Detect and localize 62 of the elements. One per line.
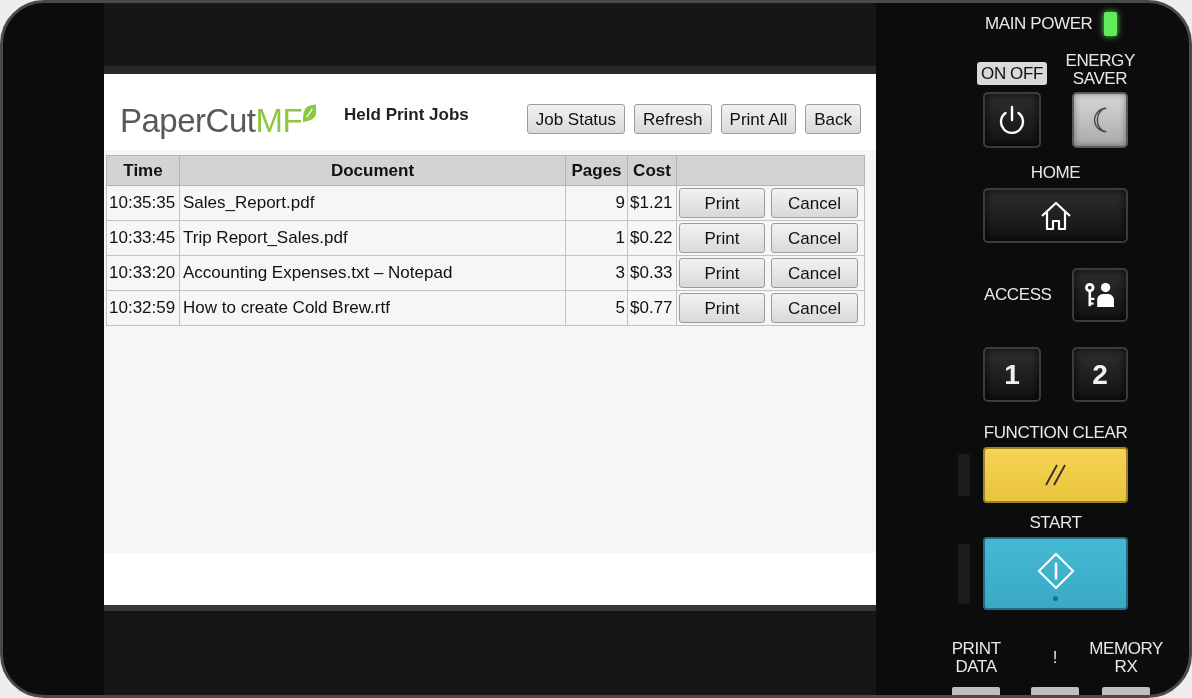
cancel-button[interactable]: Cancel: [771, 258, 858, 288]
logo-wordmark: PaperCutMF: [120, 103, 303, 137]
home-key[interactable]: [983, 188, 1128, 243]
table-cell: 10:33:20: [106, 255, 180, 291]
table-cell: 9: [565, 185, 628, 221]
table-cell: How to create Cold Brew.rtf: [179, 290, 566, 326]
power-key[interactable]: [983, 92, 1041, 148]
indicator-lamp: [1102, 687, 1150, 695]
cancel-button[interactable]: Cancel: [771, 188, 858, 218]
table-cell: 1: [565, 220, 628, 256]
page-title: Held Print Jobs: [344, 104, 469, 127]
function-clear-key[interactable]: [983, 447, 1128, 503]
table-cell: Accounting Expenses.txt – Notepad: [179, 255, 566, 291]
cancel-button[interactable]: Cancel: [771, 293, 858, 323]
indicator-lamp: [952, 687, 1000, 695]
table-cell: 10:33:45: [106, 220, 180, 256]
double-slash-icon: [1042, 464, 1069, 486]
toolbar-button[interactable]: Job Status: [526, 104, 626, 134]
start-label: START: [1029, 513, 1082, 533]
column-header: Pages: [565, 155, 628, 186]
key-and-person-icon: [1084, 282, 1116, 308]
access-key[interactable]: [1072, 268, 1128, 322]
print-button[interactable]: Print: [679, 258, 765, 288]
house-icon: [1039, 200, 1072, 231]
table-cell: 10:35:35: [106, 185, 180, 221]
column-header: Cost: [627, 155, 677, 186]
print-button[interactable]: Print: [679, 293, 765, 323]
indicator-label: PRINT DATA: [951, 640, 1001, 676]
toolbar-button[interactable]: Print All: [720, 104, 797, 134]
indicator-lamp: [1031, 687, 1079, 695]
cancel-button[interactable]: Cancel: [771, 223, 858, 253]
print-button[interactable]: Print: [679, 188, 765, 218]
number-key[interactable]: 1: [983, 347, 1041, 402]
table-cell: 5: [565, 290, 628, 326]
table-cell: 10:32:59: [106, 290, 180, 326]
number-key[interactable]: 2: [1072, 347, 1128, 402]
table-cell: Trip Report_Sales.pdf: [179, 220, 566, 256]
access-label: ACCESS: [984, 285, 1052, 305]
home-label: HOME: [1030, 163, 1081, 183]
table-cell: $0.22: [627, 220, 677, 256]
toolbar-button[interactable]: Refresh: [634, 104, 712, 134]
indicator-label: MEMORY RX: [1089, 640, 1163, 676]
toolbar-button[interactable]: Back: [805, 104, 861, 134]
diamond-start-icon: [1036, 552, 1075, 590]
crescent-moon-icon: [1091, 107, 1109, 133]
leaf-icon: [302, 103, 318, 123]
table-cell: Sales_Report.pdf: [179, 185, 566, 221]
table-cell: $1.21: [627, 185, 677, 221]
table-cell: $0.33: [627, 255, 677, 291]
start-key[interactable]: [983, 537, 1128, 610]
energy-saver-label: ENERGY SAVER: [1065, 52, 1135, 88]
main-power-label: MAIN POWER: [985, 14, 1093, 34]
table-cell: $0.77: [627, 290, 677, 326]
column-header: Time: [106, 155, 180, 186]
function-clear-label: FUNCTION CLEAR: [983, 423, 1128, 443]
indicator-label: !: [1052, 649, 1058, 667]
column-header: Document: [179, 155, 566, 186]
energy-saver-key[interactable]: [1072, 92, 1128, 148]
on-off-label: ON OFF: [977, 62, 1047, 85]
table-cell: 3: [565, 255, 628, 291]
print-button[interactable]: Print: [679, 223, 765, 253]
power-icon: [997, 105, 1027, 135]
